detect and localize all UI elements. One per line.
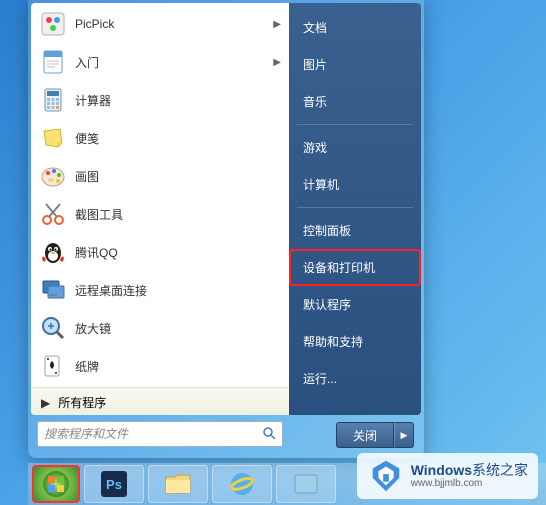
separator <box>297 207 413 208</box>
calculator-icon <box>39 86 67 114</box>
right-item-run[interactable]: 运行... <box>289 360 421 397</box>
search-icon <box>262 426 276 443</box>
left-panel: PicPick ▶ 入门 ▶ 计算器 <box>31 3 289 415</box>
watermark-logo-icon <box>367 457 405 495</box>
start-button[interactable] <box>32 465 80 503</box>
magnifier-icon <box>39 314 67 342</box>
all-programs-button[interactable]: ▶ 所有程序 <box>31 387 289 415</box>
program-list: PicPick ▶ 入门 ▶ 计算器 <box>31 3 289 387</box>
qq-icon <box>39 238 67 266</box>
program-item-qq[interactable]: 腾讯QQ <box>31 233 289 271</box>
start-menu-inner: PicPick ▶ 入门 ▶ 计算器 <box>31 3 421 415</box>
program-item-solitaire[interactable]: 纸牌 <box>31 347 289 385</box>
separator <box>297 124 413 125</box>
task-button-explorer[interactable] <box>148 465 208 503</box>
program-label: 放大镜 <box>75 320 281 337</box>
search-row <box>31 413 289 455</box>
program-label: 计算器 <box>75 92 281 109</box>
task-button-app[interactable] <box>276 465 336 503</box>
watermark-url: www.bjjmlb.com <box>411 478 528 490</box>
program-label: PicPick <box>75 17 273 31</box>
program-item-calculator[interactable]: 计算器 <box>31 81 289 119</box>
shutdown-button[interactable]: 关闭 <box>336 422 394 448</box>
all-programs-arrow-icon: ▶ <box>41 396 50 410</box>
picpick-icon <box>39 10 67 38</box>
program-label: 便笺 <box>75 130 281 147</box>
right-item-music[interactable]: 音乐 <box>289 83 421 120</box>
svg-text:Ps: Ps <box>106 477 122 492</box>
search-input[interactable] <box>44 427 262 441</box>
start-menu: PicPick ▶ 入门 ▶ 计算器 <box>28 0 424 458</box>
sticky-icon <box>39 124 67 152</box>
snip-icon <box>39 200 67 228</box>
rdp-icon <box>39 276 67 304</box>
program-item-paint[interactable]: 画图 <box>31 157 289 195</box>
submenu-arrow-icon: ▶ <box>273 57 281 68</box>
right-item-documents[interactable]: 文档 <box>289 9 421 46</box>
watermark-text: Windows系统之家 www.bjjmlb.com <box>411 462 528 491</box>
program-item-sticky[interactable]: 便笺 <box>31 119 289 157</box>
program-label: 纸牌 <box>75 358 281 375</box>
right-item-devices-printers[interactable]: 设备和打印机 <box>289 249 421 286</box>
paint-icon <box>39 162 67 190</box>
right-item-help[interactable]: 帮助和支持 <box>289 323 421 360</box>
task-button-ie[interactable] <box>212 465 272 503</box>
right-panel: 文档 图片 音乐 游戏 计算机 控制面板 设备和打印机 默认程序 帮助和支持 运… <box>289 3 421 415</box>
program-item-magnifier[interactable]: 放大镜 <box>31 309 289 347</box>
right-item-pictures[interactable]: 图片 <box>289 46 421 83</box>
all-programs-label: 所有程序 <box>58 394 106 411</box>
task-button-photoshop[interactable]: Ps <box>84 465 144 503</box>
search-box[interactable] <box>37 421 283 447</box>
right-item-control-panel[interactable]: 控制面板 <box>289 212 421 249</box>
watermark-title: Windows系统之家 <box>411 462 528 479</box>
watermark: Windows系统之家 www.bjjmlb.com <box>357 453 538 499</box>
right-item-default-programs[interactable]: 默认程序 <box>289 286 421 323</box>
program-label: 远程桌面连接 <box>75 282 281 299</box>
solitaire-icon <box>39 352 67 380</box>
program-label: 截图工具 <box>75 206 281 223</box>
right-item-games[interactable]: 游戏 <box>289 129 421 166</box>
program-label: 腾讯QQ <box>75 244 281 261</box>
program-item-intro[interactable]: 入门 ▶ <box>31 43 289 81</box>
submenu-arrow-icon: ▶ <box>273 19 281 30</box>
intro-icon <box>39 48 67 76</box>
program-item-rdp[interactable]: 远程桌面连接 <box>31 271 289 309</box>
program-item-snip[interactable]: 截图工具 <box>31 195 289 233</box>
shutdown-row: 关闭 ▶ <box>336 422 414 448</box>
program-label: 入门 <box>75 54 273 71</box>
program-label: 画图 <box>75 168 281 185</box>
shutdown-options-button[interactable]: ▶ <box>394 422 414 448</box>
program-item-picpick[interactable]: PicPick ▶ <box>31 5 289 43</box>
right-item-computer[interactable]: 计算机 <box>289 166 421 203</box>
